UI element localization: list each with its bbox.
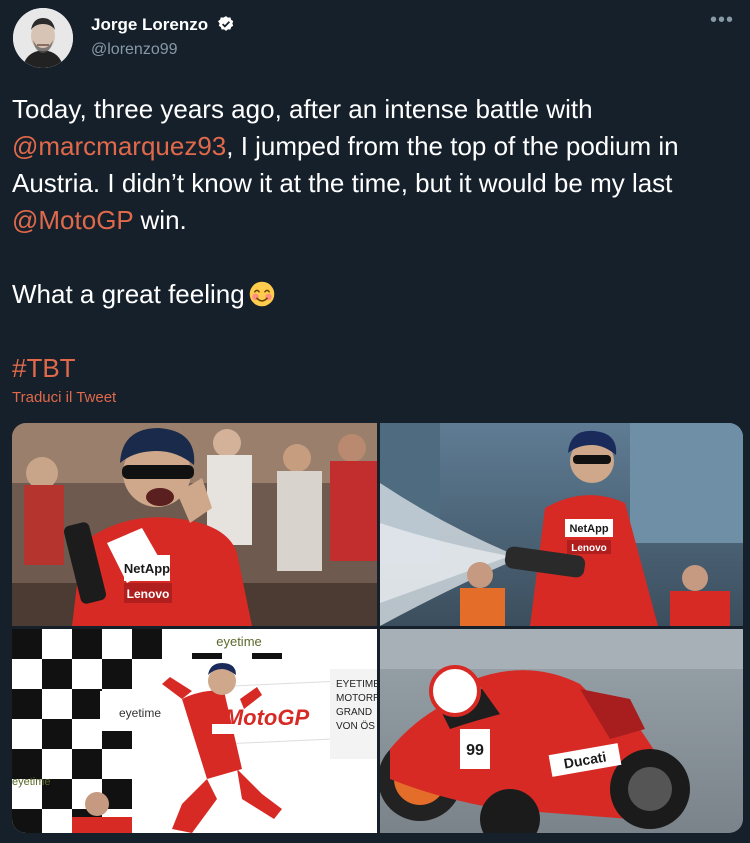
text-segment: win. — [133, 205, 187, 235]
photo3-banner: eyetime — [216, 634, 262, 649]
photo-4[interactable]: Ducati 99 — [380, 629, 743, 833]
photo-2[interactable]: NetApp Lenovo — [380, 423, 743, 626]
photo3-banner-3: eyetime — [12, 776, 51, 788]
translate-tweet-link[interactable]: Traduci il Tweet — [12, 389, 116, 406]
photo3-board-line-2: MOTORR — [336, 693, 377, 704]
photo3-motogp-logo: MotoGP — [225, 705, 310, 730]
photo2-sponsor-1: NetApp — [569, 523, 608, 535]
display-name[interactable]: Jorge Lorenzo — [91, 15, 235, 35]
photo-3[interactable]: eyetime eyetime MotoGP EYETIME MOTORR GR… — [12, 629, 377, 833]
hashtag-tbt[interactable]: #TBT — [12, 353, 76, 383]
photo1-sponsor-1: NetApp — [124, 561, 170, 576]
mention-marcmarquez93[interactable]: @marcmarquez93 — [12, 131, 226, 161]
photo3-board-line-3: GRAND — [336, 707, 372, 718]
photo3-banner-2: eyetime — [119, 706, 161, 720]
tweet-paragraph-3: #TBT — [12, 350, 732, 387]
photo-1[interactable]: NetApp Lenovo — [12, 423, 377, 626]
photo1-sponsor-2: Lenovo — [127, 587, 170, 601]
user-handle[interactable]: @lorenzo99 — [91, 41, 178, 59]
avatar[interactable] — [13, 8, 73, 68]
display-name-text: Jorge Lorenzo — [91, 15, 209, 34]
photo-grid: NetApp Lenovo NetApp Lenovo eyetime eyet… — [12, 423, 743, 833]
more-icon[interactable]: ••• — [708, 10, 736, 34]
verified-badge-icon — [217, 16, 234, 31]
tweet: Jorge Lorenzo @lorenzo99 ••• Today, thre… — [0, 0, 750, 843]
mention-motogp[interactable]: @MotoGP — [12, 205, 133, 235]
photo3-board-line-4: VON ÖS — [336, 720, 375, 732]
text-segment: What a great feeling — [12, 279, 245, 309]
text-segment: Today, three years ago, after an intense… — [12, 94, 593, 124]
photo3-board-line-1: EYETIME — [336, 679, 377, 690]
tweet-paragraph-2: What a great feeling — [12, 276, 732, 313]
tweet-text: Today, three years ago, after an intense… — [12, 91, 732, 387]
smiling-face-with-blush-icon — [249, 281, 274, 307]
tweet-paragraph-1: Today, three years ago, after an intense… — [12, 91, 732, 239]
svg-text:99: 99 — [466, 742, 484, 759]
photo2-sponsor-2: Lenovo — [571, 543, 607, 554]
